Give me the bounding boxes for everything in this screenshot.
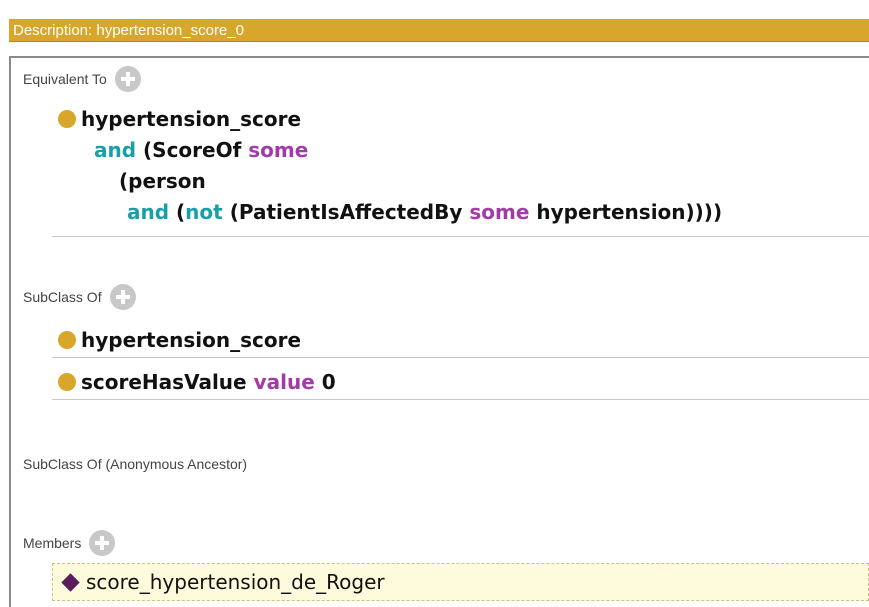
class-person: (person — [119, 169, 206, 193]
individual-icon — [61, 572, 80, 592]
keyword-not: not — [185, 200, 223, 224]
description-title: Description: hypertension_score_0 — [13, 22, 244, 39]
expression-line-1: hypertension_score — [52, 104, 869, 135]
literal-value: 0 — [321, 369, 336, 394]
subclass-of-item[interactable]: hypertension_score — [52, 322, 869, 358]
keyword-and: and — [127, 200, 170, 224]
add-equivalent-to-button[interactable] — [114, 66, 141, 92]
members-label: Members — [23, 535, 82, 551]
equivalent-to-expression[interactable]: hypertension_score and (ScoreOf some (pe… — [52, 104, 869, 237]
property-score-of: (ScoreOf — [143, 138, 242, 162]
anonymous-ancestor-label: SubClass Of (Anonymous Ancestor) — [23, 456, 248, 472]
add-member-button[interactable] — [89, 530, 116, 556]
equivalent-to-section-header: Equivalent To — [23, 66, 141, 92]
expression-line-3: (person — [52, 166, 869, 197]
members-section-header: Members — [23, 530, 116, 556]
class-icon — [58, 110, 76, 128]
description-header: Description: hypertension_score_0 — [9, 19, 869, 42]
class-name: hypertension_score — [81, 327, 302, 352]
open-paren: ( — [176, 200, 186, 224]
keyword-some: some — [469, 200, 530, 224]
expression-line-2: and (ScoreOf some — [52, 135, 869, 166]
class-icon — [58, 372, 76, 391]
anonymous-ancestor-section-header: SubClass Of (Anonymous Ancestor) — [23, 456, 247, 472]
add-subclass-of-button[interactable] — [109, 284, 136, 310]
property-patient-is-affected-by: (PatientIsAffectedBy — [229, 200, 463, 224]
expression-line-4: and (not (PatientIsAffectedBy some hyper… — [52, 197, 869, 228]
property-name: scoreHasValue — [81, 369, 247, 394]
subclass-of-section-header: SubClass Of — [23, 284, 136, 310]
class-name: hypertension_score — [81, 107, 302, 131]
subclass-of-item[interactable]: scoreHasValue value 0 — [52, 364, 869, 400]
class-icon — [58, 330, 76, 349]
keyword-and: and — [94, 138, 137, 162]
keyword-some: some — [248, 138, 309, 162]
subclass-of-label: SubClass Of — [23, 289, 102, 305]
class-hypertension: hypertension)))) — [536, 200, 723, 224]
keyword-value: value — [253, 369, 315, 394]
individual-name: score_hypertension_de_Roger — [86, 570, 385, 594]
equivalent-to-label: Equivalent To — [23, 71, 107, 87]
member-item[interactable]: score_hypertension_de_Roger — [52, 563, 869, 601]
